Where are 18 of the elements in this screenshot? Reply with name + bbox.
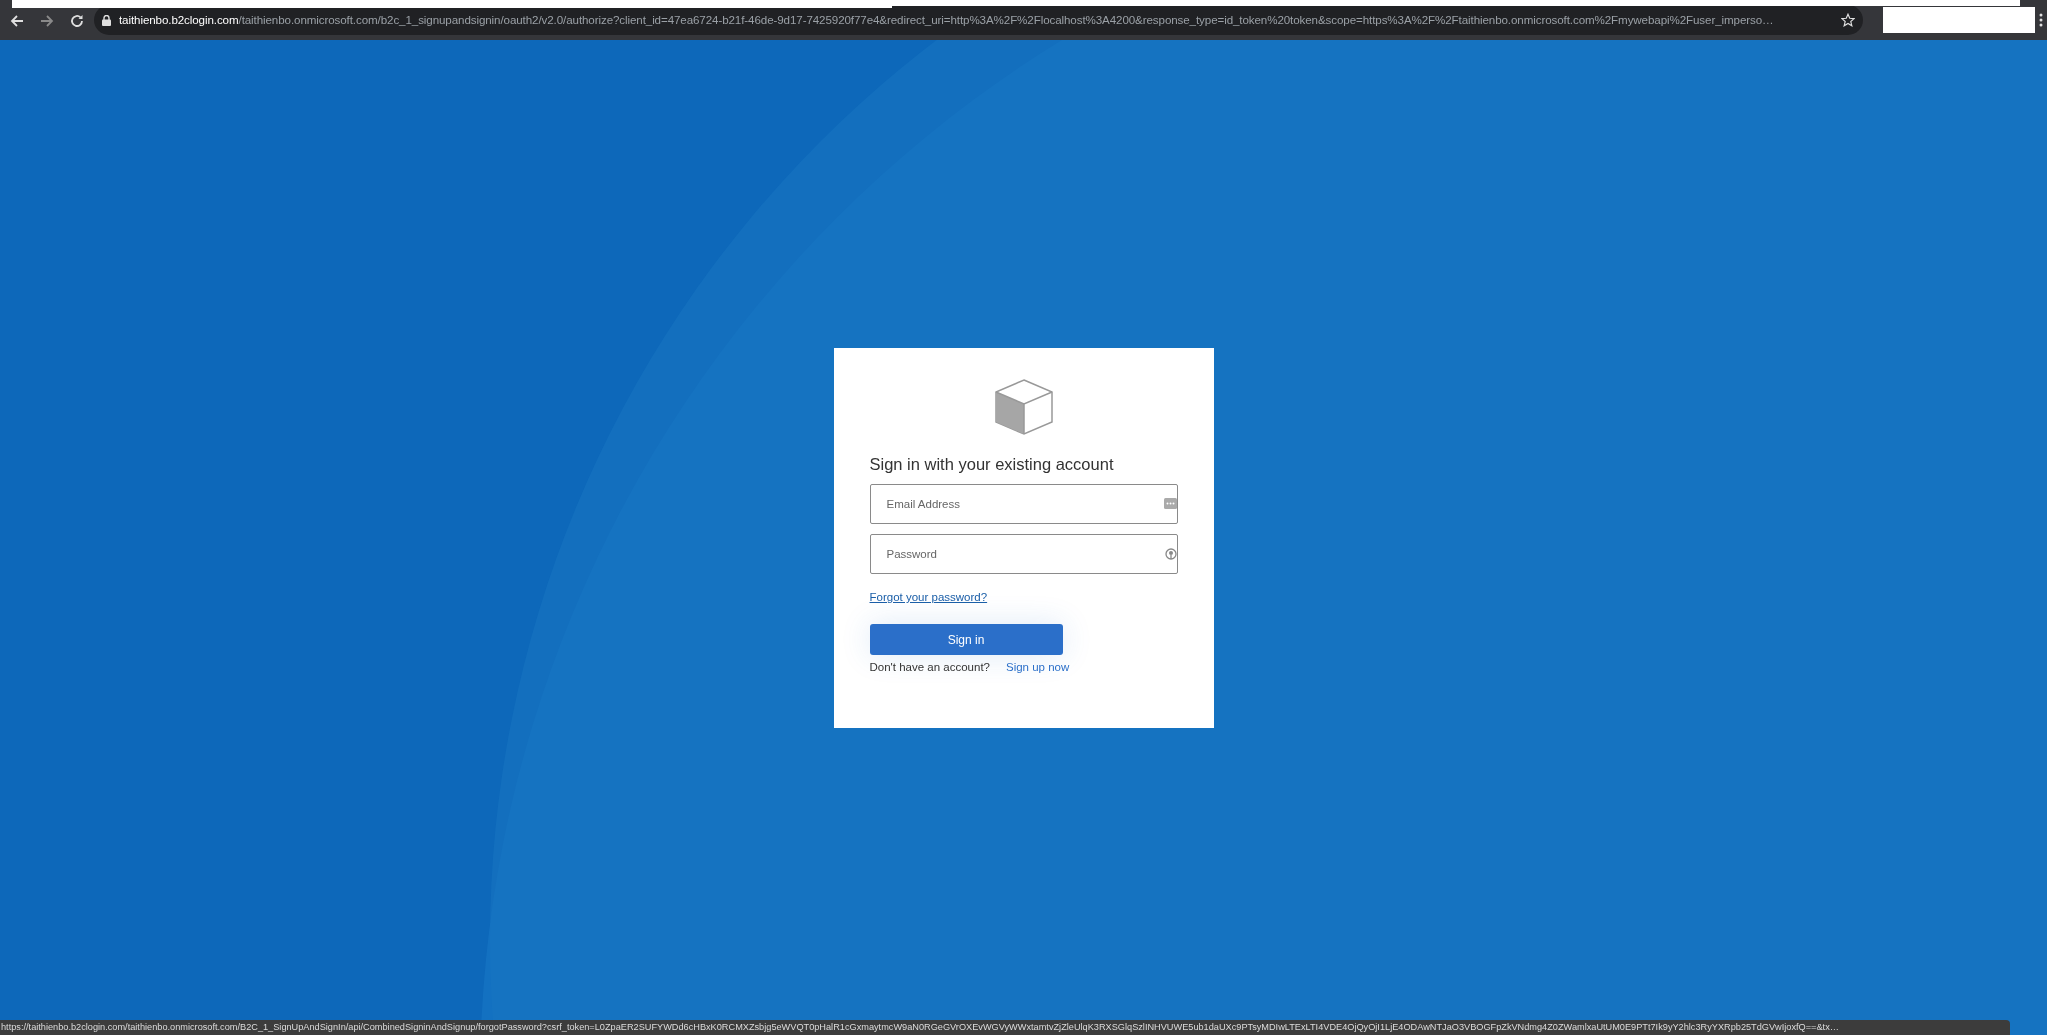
star-icon[interactable]: [1841, 13, 1855, 27]
url-text: taithienbo.b2clogin.com/taithienbo.onmicrosoft.com/b2c_1_signupandsignin/oauth2/v2.0/authorize?client_id=47ea6724-b21f-46de-9d17-7425920f77e4&redirect_uri=http%3A%2F%2Flocalhost%3A4200&response_type=id_token%20token&scope=https%3A%2F%2Ftaithienbo.onmicrosoft.com%2Fmywebapi%2Fuser_imperso…: [119, 12, 1775, 29]
cube-icon: [993, 377, 1054, 436]
lock-icon: [102, 14, 111, 26]
forgot-password-link[interactable]: Forgot your password?: [869, 591, 988, 604]
sign-up-link[interactable]: Sign up now: [1006, 659, 1070, 677]
status-bar: https://taithienbo.b2clogin.com/taithienbo.onmicrosoft.com/B2C_1_SignUpAndSignIn/api/CombinedSigninAndSignup/forgotPassword?csrf_token=L0ZpaER2SUFYWDd6cHBxK0RCMXZsbjg5eWVQT0pHalR1cGxmaytmcW9aN0RGeGVrOXEvWGVyWWxtamtvZjZleUlqK3RXSGlqSzlINHVUWE5ub1daUXc9PTsyMDIwLTExLTI4VDE4OjQyOjI1LjE4ODAwNTJaO3VBOGFpZkVNdmg4Z0ZWamlxaUtUM0E9PTt7Ik9yY2hlc3RyYXRpb25TdGVwIjoxfQ==&tx…: [0, 1020, 2010, 1035]
back-arrow-icon: [10, 14, 24, 29]
reload-icon: [70, 14, 84, 29]
key-icon[interactable]: [1164, 548, 1177, 561]
heading: Sign in with your existing account: [869, 453, 1115, 475]
password-field[interactable]: Password: [869, 534, 1178, 575]
sign-in-button[interactable]: Sign in: [869, 624, 1063, 656]
address-bar[interactable]: [94, 5, 1863, 35]
forward-arrow-icon: [40, 14, 54, 29]
email-field[interactable]: Email Address: [869, 484, 1178, 525]
menu-icon[interactable]: [2039, 13, 2043, 27]
signup-prompt: Don't have an account?: [869, 660, 990, 676]
